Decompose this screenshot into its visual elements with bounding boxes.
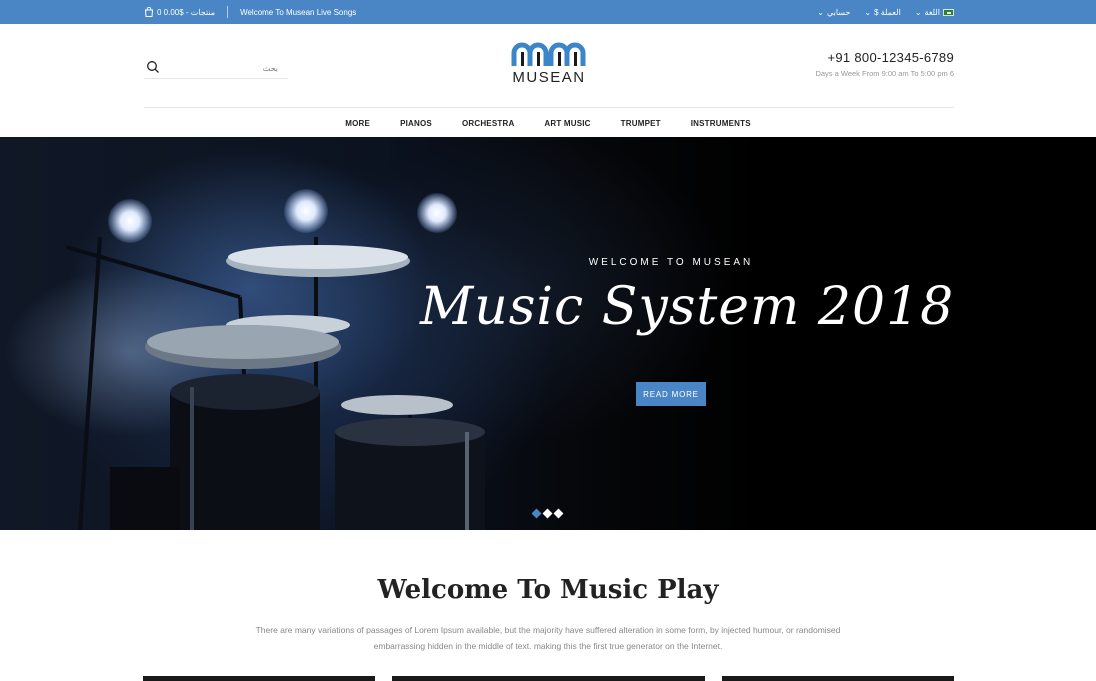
nav-item-art-music[interactable]: ART MUSIC (529, 119, 605, 128)
hero-subtitle: WELCOME TO MUSEAN (588, 257, 754, 268)
hero-slider: WELCOME TO MUSEAN Music System 2018 READ… (0, 137, 1096, 530)
search-box (144, 59, 288, 79)
slider-pagination (531, 508, 564, 519)
search-input[interactable] (144, 64, 284, 73)
opening-hours: Days a Week From 9:00 am To 5:00 pm 6 (815, 69, 954, 78)
read-more-button[interactable]: READ MORE (636, 382, 706, 406)
contact-info: +91 800-12345-6789 Days a Week From 9:00… (815, 50, 954, 78)
main-nav: MORE PIANOS ORCHESTRA ART MUSIC TRUMPET … (0, 109, 1096, 137)
section-description: There are many variations of passages of… (255, 625, 841, 651)
flag-icon (943, 8, 954, 16)
logo-text: MUSEAN (512, 69, 586, 86)
phone-number: +91 800-12345-6789 (827, 50, 954, 65)
welcome-message: Welcome To Musean Live Songs (240, 7, 357, 17)
nav-item-orchestra[interactable]: ORCHESTRA (447, 119, 529, 128)
slide-dot[interactable] (542, 508, 553, 519)
section-title: Welcome To Music Play (377, 575, 719, 605)
top-bar: 0 منتجات - $0.00 Welcome To Musean Live … (0, 0, 1096, 24)
logo-mark-icon (511, 42, 586, 66)
slide-dot[interactable] (553, 508, 564, 519)
nav-item-more[interactable]: MORE (330, 119, 385, 128)
account-dropdown[interactable]: ⌄ حسابي (817, 8, 850, 17)
chevron-down-icon: ⌄ (817, 7, 824, 17)
card-row (0, 676, 1096, 681)
hero-title: Music System 2018 (420, 277, 955, 337)
currency-dropdown[interactable]: ⌄ $ العملة (864, 8, 900, 17)
divider (227, 6, 229, 18)
logo[interactable]: MUSEAN (504, 42, 594, 86)
chevron-down-icon: ⌄ (914, 7, 922, 17)
language-label: اللغة (924, 7, 940, 17)
account-label: حسابي (826, 7, 851, 17)
nav-item-instruments[interactable]: INSTRUMENTS (676, 119, 766, 128)
chevron-down-icon: ⌄ (864, 7, 872, 17)
product-card[interactable] (392, 676, 705, 681)
cart-link[interactable]: 0 منتجات - $0.00 (144, 7, 215, 17)
shopping-bag-icon (144, 7, 154, 17)
currency-label: $ العملة (874, 7, 901, 17)
product-card[interactable] (722, 676, 954, 681)
cart-summary: 0 منتجات - $0.00 (157, 7, 216, 17)
nav-item-trumpet[interactable]: TRUMPET (606, 119, 676, 128)
product-card[interactable] (143, 676, 375, 681)
search-icon[interactable] (146, 60, 160, 74)
nav-item-pianos[interactable]: PIANOS (385, 119, 447, 128)
slide-dot[interactable] (531, 508, 542, 519)
site-header: MUSEAN +91 800-12345-6789 Days a Week Fr… (144, 24, 954, 108)
language-dropdown[interactable]: ⌄ اللغة (915, 8, 954, 17)
